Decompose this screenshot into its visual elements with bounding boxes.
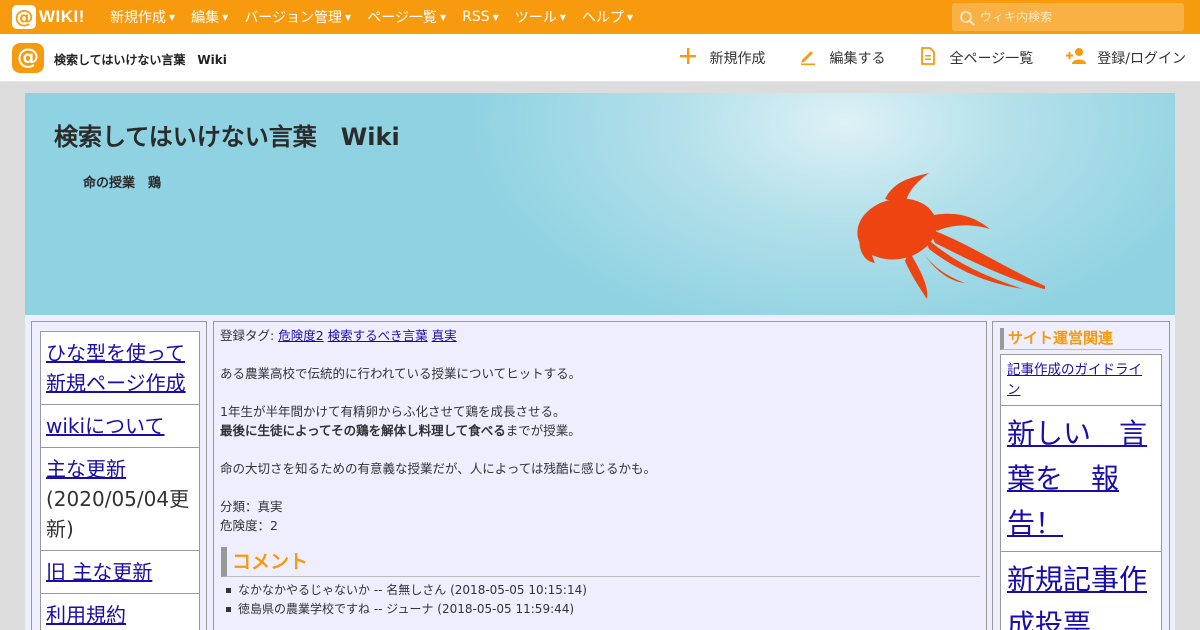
update-date: (2020/05/04更新) (46, 487, 190, 541)
login-label: 登録/ログイン (1097, 51, 1186, 67)
tag-line: 登録タグ: 危険度2 検索するべき言葉 真実 (220, 326, 980, 345)
vote-cell: 新規記事作成投票 (1001, 552, 1161, 630)
top-nav: 新規作成 ▼ 編集 ▼ バージョン管理 ▼ ページ一覧 ▼ RSS ▼ ツール ▼ ヘルプ ▼ (110, 0, 649, 34)
tags-label: 登録タグ: (220, 328, 275, 343)
left-menu-table: ひな型を使って新規ページ作成 wikiについて 主な更新 (2020/05/04… (40, 331, 200, 630)
tag-link[interactable]: 危険度2 (278, 328, 323, 343)
atwiki-logo[interactable]: @ WIKI! (12, 5, 85, 29)
search-icon (960, 11, 972, 23)
menu-link[interactable]: wikiについて (46, 414, 164, 438)
category-text: 分類：真実 (220, 499, 283, 514)
site-title-link[interactable]: 検索してはいけない言葉 Wiki (54, 51, 227, 68)
tag-link[interactable]: 検索するべき言葉 (328, 328, 428, 343)
wiki-search (952, 3, 1184, 31)
detail-line: 最後に生徒によってその鶏を解体し料理して食べるまでが授業。 (220, 421, 980, 440)
guideline-cell: 記事作成のガイドライン (1001, 355, 1161, 406)
menu-label: バージョン管理 (244, 10, 343, 26)
menu-rss[interactable]: RSS ▼ (462, 9, 499, 25)
menu-link[interactable]: 利用規約 (46, 603, 126, 627)
guideline-link[interactable]: 記事作成のガイドライン (1007, 362, 1142, 398)
page-banner: 検索してはいけない言葉 Wiki 命の授業 鶏 (25, 93, 1175, 315)
edit-button[interactable]: 編集する (798, 46, 886, 71)
tag-link[interactable]: 真実 (432, 328, 457, 343)
detail-text: 1年生が半年間かけて有精卵からふ化させて鶏を成長させる。 (220, 404, 566, 419)
all-pages-button[interactable]: 全ページ一覧 (918, 46, 1034, 71)
detail-bold: 最後に生徒によってその鶏を解体し料理して食べる (220, 423, 506, 438)
edit-label: 編集する (829, 51, 886, 67)
menu-tools[interactable]: ツール ▼ (515, 7, 566, 27)
new-page-label: 新規作成 (709, 51, 766, 67)
menu-item-updates: 主な更新 (2020/05/04更新) (41, 448, 199, 551)
report-word-cell: 新しい 言葉を 報告！ (1001, 406, 1161, 552)
site-logo-icon[interactable]: @ (12, 43, 44, 73)
menu-pages[interactable]: ページ一覧 ▼ (367, 7, 446, 27)
menu-label: ヘルプ (581, 10, 624, 26)
login-button[interactable]: 登録/ログイン (1065, 46, 1186, 71)
banner-title[interactable]: 検索してはいけない言葉 Wiki (54, 117, 400, 152)
at-logo-icon: @ (12, 5, 36, 29)
right-menu: サイト運営関連 記事作成のガイドライン 新しい 言葉を 報告！ 新規記事作成投票 (992, 321, 1170, 630)
comment-item: なかなかやるじゃないか -- 名無しさん (2018-05-05 10:15:1… (220, 581, 980, 600)
menu-label: 新規作成 (110, 10, 166, 26)
caret-down-icon: ▼ (492, 12, 499, 22)
top-bar: @ WIKI! 新規作成 ▼ 編集 ▼ バージョン管理 ▼ ページ一覧 ▼ RSS ▼ ツ… (0, 0, 1200, 34)
comment-list: なかなかやるじゃないか -- 名無しさん (2018-05-05 10:15:1… (220, 581, 980, 619)
report-word-link[interactable]: 新しい 言葉を 報告！ (1007, 417, 1147, 540)
logo-text: WIKI! (39, 7, 85, 26)
pencil-icon (798, 46, 818, 71)
caret-down-icon: ▼ (559, 12, 566, 22)
caret-down-icon: ▼ (439, 12, 447, 22)
article-body: 登録タグ: 危険度2 検索するべき言葉 真実 ある農業高校で伝統的に行われている… (213, 321, 987, 630)
comment-heading: コメント (221, 547, 980, 577)
all-pages-label: 全ページ一覧 (949, 51, 1034, 67)
goldfish-image (857, 173, 1045, 299)
opinion-text: 命の大切さを知るための有意義な授業だが、人によっては残酷に感じるかも。 (220, 461, 657, 476)
right-menu-heading: サイト運営関連 (1000, 328, 1162, 350)
new-article-vote-link[interactable]: 新規記事作成投票 (1007, 563, 1147, 630)
caret-down-icon: ▼ (345, 12, 352, 22)
menu-help[interactable]: ヘルプ ▼ (582, 7, 633, 27)
detail-tail: までが授業。 (505, 423, 581, 438)
document-icon (918, 46, 938, 71)
page-title: 命の授業 鶏 (83, 176, 162, 191)
menu-link[interactable]: 主な更新 (46, 457, 126, 481)
menu-item-old-updates: 旧 主な更新 (41, 551, 199, 594)
menu-label: ツール (514, 10, 557, 26)
menu-label: ページ一覧 (367, 10, 437, 26)
new-page-button[interactable]: 新規作成 (678, 46, 766, 71)
menu-edit[interactable]: 編集 ▼ (191, 7, 228, 27)
caret-down-icon: ▼ (222, 12, 229, 22)
left-menu: ひな型を使って新規ページ作成 wikiについて 主な更新 (2020/05/04… (31, 321, 207, 630)
menu-new[interactable]: 新規作成 ▼ (110, 7, 175, 27)
menu-label: 編集 (191, 10, 220, 26)
site-header-bar: @ 検索してはいけない言葉 Wiki 新規作成 編集する 全ページ一覧 登録/ロ… (0, 34, 1200, 82)
right-menu-table: 記事作成のガイドライン 新しい 言葉を 報告！ 新規記事作成投票 (1000, 354, 1162, 630)
intro-text: ある農業高校で伝統的に行われている授業についてヒットする。 (220, 366, 582, 381)
action-nav: 新規作成 編集する 全ページ一覧 登録/ログイン (646, 34, 1186, 82)
danger-level: 危険度：2 (220, 518, 278, 533)
plus-icon (678, 46, 698, 71)
menu-label: RSS (462, 9, 490, 25)
add-user-icon (1065, 46, 1087, 71)
comment-item: 徳島県の農業学校ですね -- ジューナ (2018-05-05 11:59:44… (220, 600, 980, 619)
caret-down-icon: ▼ (169, 12, 176, 22)
search-input[interactable] (980, 10, 1170, 24)
menu-link[interactable]: 旧 主な更新 (46, 560, 152, 584)
menu-link[interactable]: ひな型を使って新規ページ作成 (46, 341, 186, 395)
menu-version[interactable]: バージョン管理 ▼ (244, 7, 351, 27)
menu-item-about-wiki: wikiについて (41, 405, 199, 448)
menu-item-terms: 利用規約 (41, 594, 199, 630)
menu-item-template-page: ひな型を使って新規ページ作成 (41, 332, 199, 405)
caret-down-icon: ▼ (626, 12, 634, 22)
